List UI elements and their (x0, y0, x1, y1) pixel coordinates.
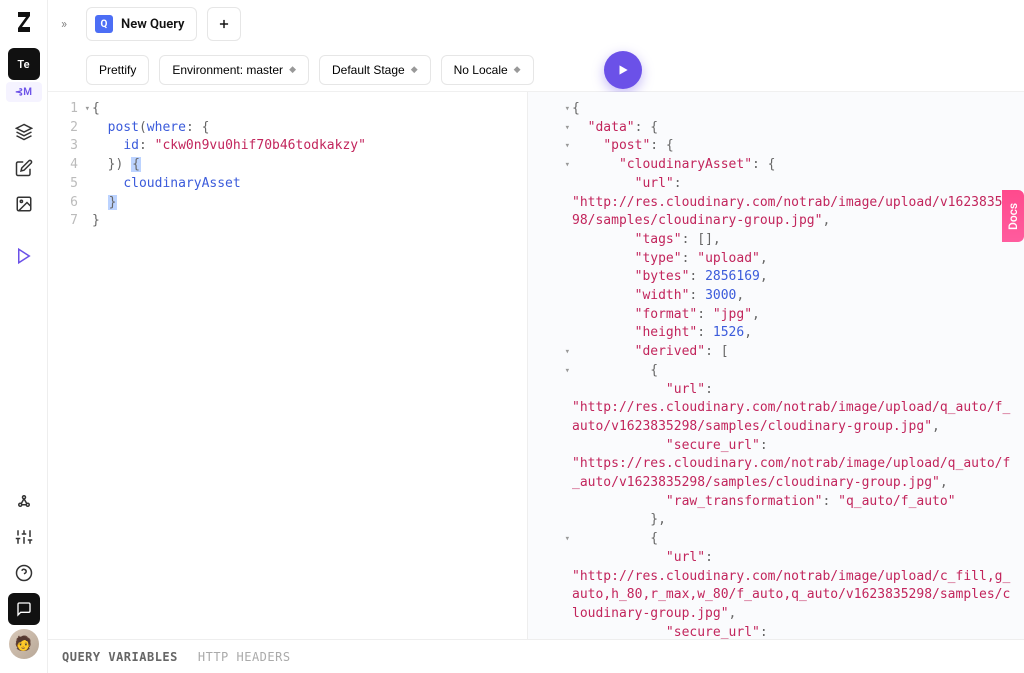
tab-bar: » Q New Query (48, 0, 1024, 48)
query-tab[interactable]: Q New Query (86, 7, 197, 41)
locale-select[interactable]: No Locale◆ (441, 55, 534, 85)
http-headers-tab[interactable]: HTTP HEADERS (198, 650, 291, 664)
collapse-sidebar-icon[interactable]: » (52, 12, 76, 36)
result-pane[interactable]: ▾{▾ "data": {▾ "post": {▾ "cloudinaryAss… (528, 92, 1024, 639)
sidebar-item-layers[interactable] (8, 116, 40, 148)
sidebar-item-edit[interactable] (8, 152, 40, 184)
sidebar: Te ⊰M 🧑 (0, 0, 48, 673)
bottom-tabs: QUERY VARIABLES HTTP HEADERS (48, 639, 1024, 673)
sidebar-item-assets[interactable] (8, 188, 40, 220)
add-tab-button[interactable] (207, 7, 241, 41)
query-tab-title: New Query (121, 17, 184, 32)
caret-icon: ◆ (514, 64, 521, 75)
caret-icon: ◆ (289, 64, 296, 75)
prettify-button[interactable]: Prettify (86, 55, 149, 85)
query-editor[interactable]: 1▾{2 post(where: {3 id: "ckw0n9vu0hif70b… (48, 92, 528, 639)
docs-tab[interactable]: Docs (1002, 190, 1024, 242)
sidebar-item-webhooks[interactable] (8, 485, 40, 517)
sidebar-item-playground[interactable] (8, 240, 40, 272)
caret-icon: ◆ (411, 64, 418, 75)
app-logo[interactable] (12, 10, 36, 34)
query-badge: Q (95, 15, 113, 33)
toolbar: Prettify Environment: master◆ Default St… (48, 48, 1024, 92)
run-query-button[interactable] (604, 51, 642, 89)
stage-select[interactable]: Default Stage◆ (319, 55, 431, 85)
project-selector[interactable]: Te (8, 48, 40, 80)
sidebar-submenu-m[interactable]: ⊰M (6, 82, 42, 102)
sidebar-item-settings[interactable] (8, 521, 40, 553)
user-avatar[interactable]: 🧑 (9, 629, 39, 659)
environment-select[interactable]: Environment: master◆ (159, 55, 309, 85)
sidebar-item-feedback[interactable] (8, 593, 40, 625)
query-variables-tab[interactable]: QUERY VARIABLES (62, 650, 178, 664)
sidebar-item-help[interactable] (8, 557, 40, 589)
